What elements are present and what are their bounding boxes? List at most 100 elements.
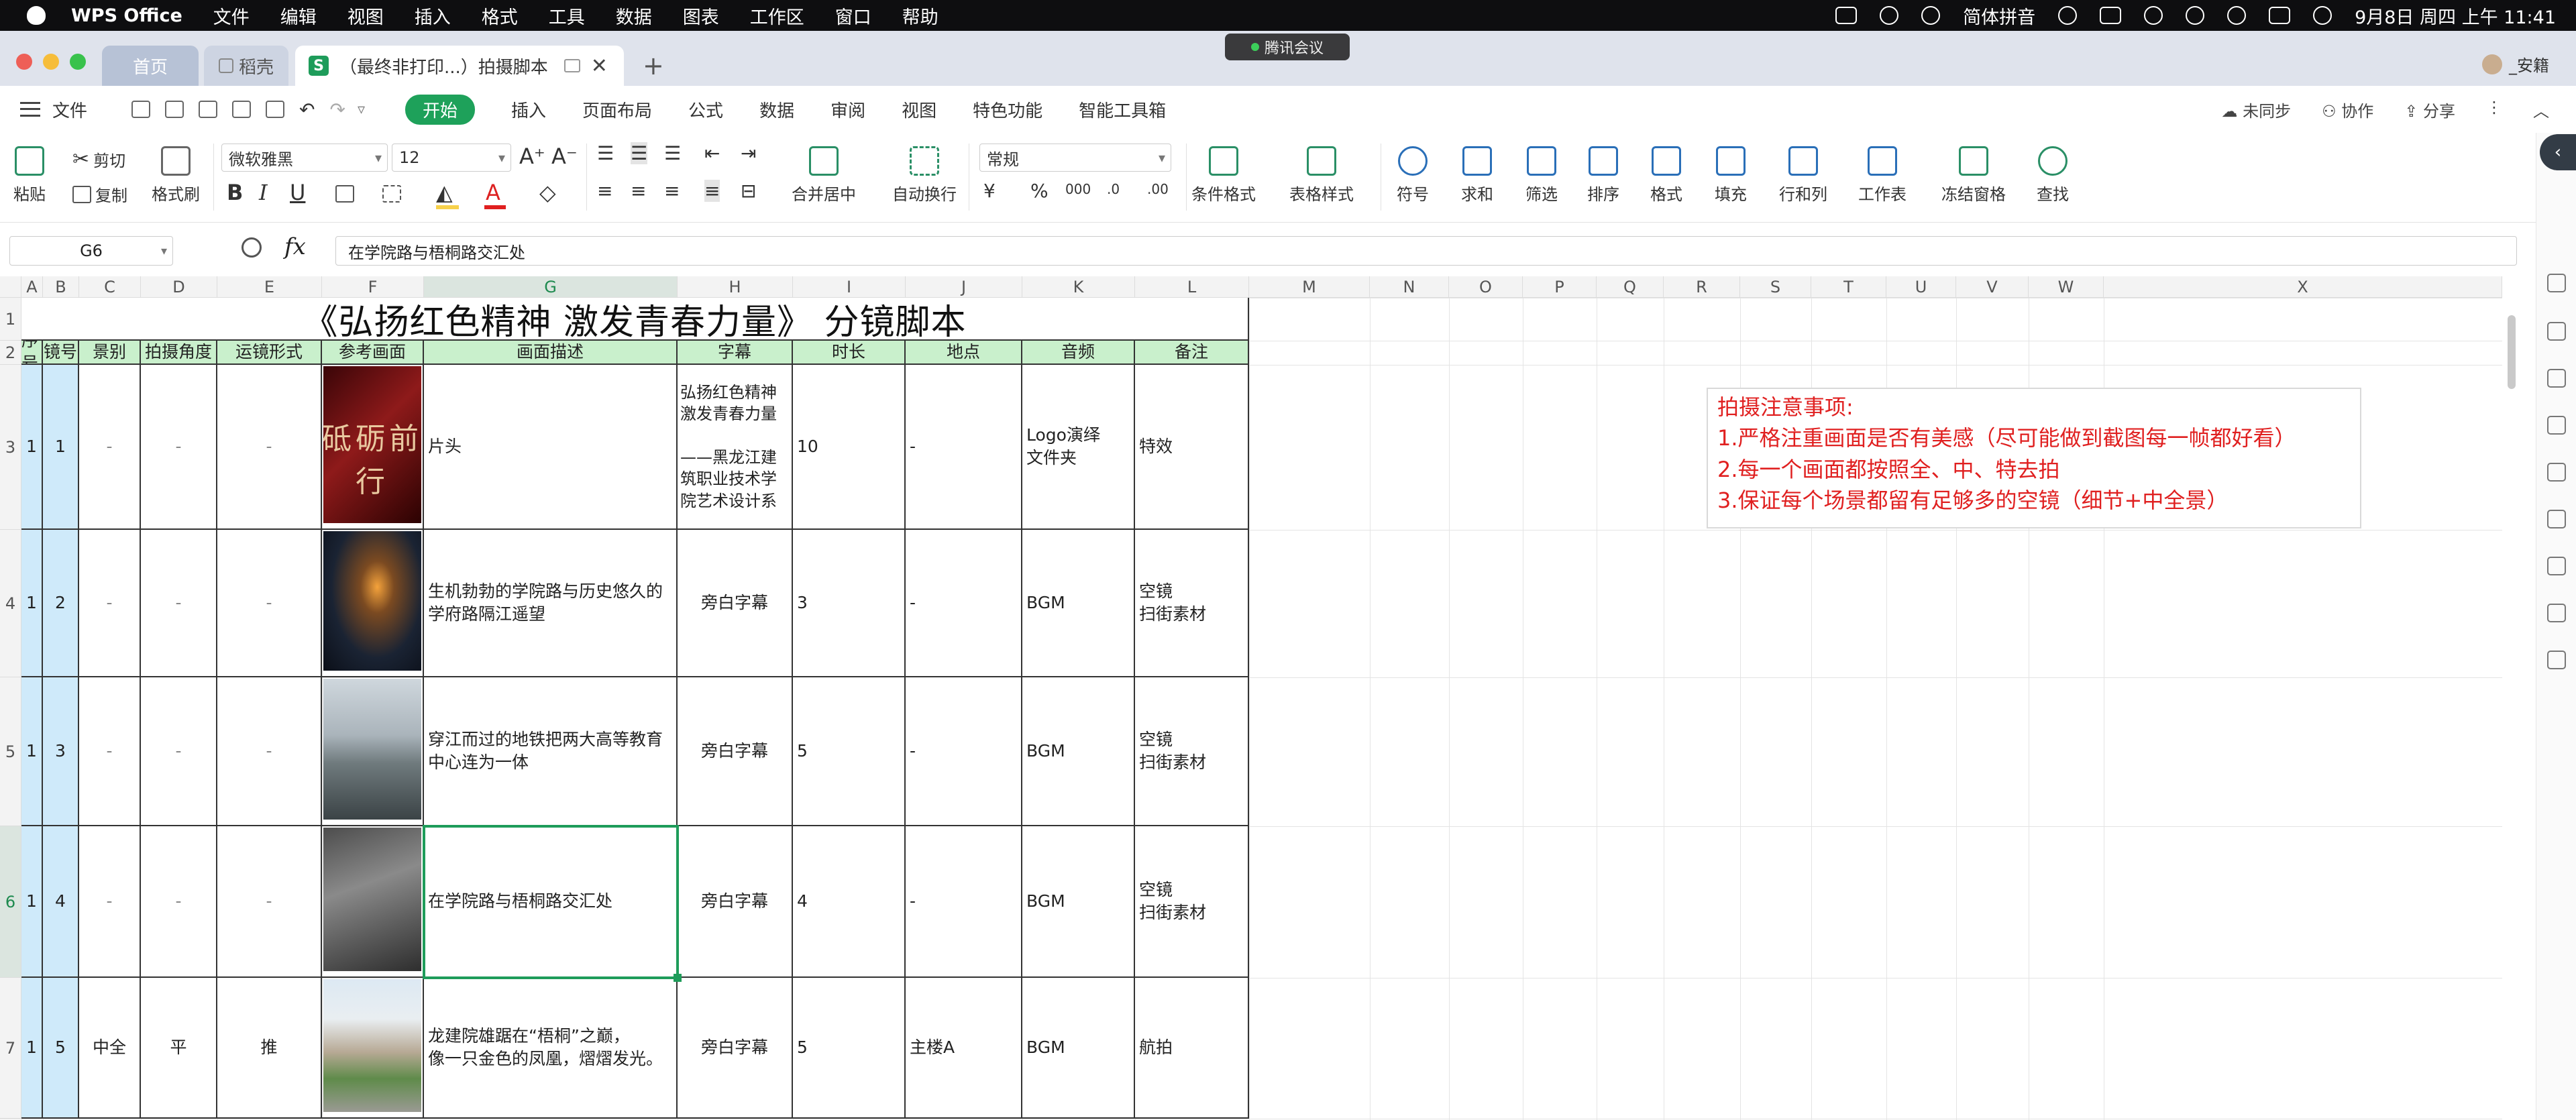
align-right-icon[interactable]: ≡ bbox=[664, 180, 680, 202]
menu-window[interactable]: 窗口 bbox=[835, 3, 871, 29]
column-header-q[interactable]: Q bbox=[1597, 276, 1664, 298]
data-cell[interactable]: - bbox=[906, 365, 1022, 530]
data-cell[interactable]: 4 bbox=[793, 826, 906, 978]
data-cell[interactable]: 推 bbox=[217, 978, 322, 1119]
formula-input[interactable]: 在学院路与梧桐路交汇处 bbox=[335, 236, 2517, 266]
data-cell[interactable]: 1 bbox=[21, 978, 43, 1119]
data-cell[interactable]: - bbox=[141, 826, 217, 978]
clock[interactable]: 9月8日 周四 上午 11:41 bbox=[2355, 3, 2556, 29]
data-cell[interactable]: 中全 bbox=[79, 978, 141, 1119]
meeting-indicator[interactable]: 腾讯会议 bbox=[1225, 34, 1350, 60]
zoom-formula-icon[interactable] bbox=[241, 237, 262, 258]
battery-icon[interactable] bbox=[2100, 7, 2122, 24]
column-header-k[interactable]: K bbox=[1022, 276, 1135, 298]
find-button[interactable]: 查找 bbox=[2037, 146, 2069, 205]
data-cell[interactable]: 1 bbox=[21, 530, 43, 677]
distribute-icon[interactable]: ⊟ bbox=[741, 180, 756, 202]
tab-review[interactable]: 审阅 bbox=[830, 97, 865, 122]
cut-button[interactable]: ✂ 剪切 bbox=[72, 148, 125, 171]
tab-document[interactable]: S （最终非打印...）拍摄脚本 ✕ bbox=[295, 46, 624, 86]
fill-button[interactable]: 填充 bbox=[1715, 146, 1747, 205]
reference-thumbnail[interactable] bbox=[323, 828, 421, 971]
data-cell[interactable]: 旁白字幕 bbox=[678, 978, 793, 1119]
italic-icon[interactable]: I bbox=[259, 180, 268, 205]
data-cell[interactable]: 旁白字幕 bbox=[678, 677, 793, 826]
menu-view[interactable]: 视图 bbox=[347, 3, 384, 29]
data-cell[interactable]: - bbox=[79, 530, 141, 677]
align-bottom-icon[interactable]: ☰ bbox=[664, 142, 681, 164]
data-cell[interactable]: 10 bbox=[793, 365, 906, 530]
spreadsheet-grid[interactable]: A B C D E F G H I J K L M N O P Q R S T U V W X 1 2 3 4 5 6 7 《弘扬红色精神 激… bbox=[0, 276, 2502, 1120]
header-cell[interactable]: 时长 bbox=[793, 341, 906, 365]
column-header-c[interactable]: C bbox=[79, 276, 141, 298]
minimize-window-button[interactable] bbox=[43, 54, 59, 70]
symbol-button[interactable]: 符号 bbox=[1397, 146, 1429, 205]
tools-icon[interactable] bbox=[2547, 510, 2566, 528]
column-header-p[interactable]: P bbox=[1523, 276, 1597, 298]
data-cell[interactable]: BGM bbox=[1022, 978, 1135, 1119]
reference-thumbnail[interactable] bbox=[323, 679, 421, 820]
wifi-icon[interactable] bbox=[2186, 6, 2205, 25]
data-cell[interactable]: 旁白字幕 bbox=[678, 530, 793, 677]
column-header-n[interactable]: N bbox=[1370, 276, 1449, 298]
collapse-sidebar-button[interactable]: ‹ bbox=[2540, 134, 2576, 170]
font-color-icon[interactable]: A bbox=[486, 180, 500, 205]
wechat-icon[interactable] bbox=[1921, 6, 1941, 25]
paste-button[interactable]: 粘贴 bbox=[13, 146, 46, 205]
border-icon[interactable] bbox=[335, 185, 354, 203]
header-cell[interactable]: 音频 bbox=[1022, 341, 1135, 365]
header-cell[interactable]: 运镜形式 bbox=[217, 341, 322, 365]
settings-icon[interactable] bbox=[2547, 416, 2566, 435]
search-icon[interactable] bbox=[2227, 6, 2247, 25]
column-header-d[interactable]: D bbox=[141, 276, 217, 298]
format-button[interactable]: 格式 bbox=[1650, 146, 1682, 205]
data-cell[interactable]: 2 bbox=[43, 530, 79, 677]
thousands-icon[interactable]: 000 bbox=[1065, 181, 1091, 197]
header-cell[interactable]: 字幕 bbox=[678, 341, 793, 365]
column-header-w[interactable]: W bbox=[2029, 276, 2104, 298]
menu-edit[interactable]: 编辑 bbox=[280, 3, 317, 29]
user-account[interactable]: _安籍 bbox=[2482, 52, 2549, 76]
header-cell[interactable]: 景别 bbox=[79, 341, 141, 365]
sum-button[interactable]: 求和 bbox=[1461, 146, 1493, 205]
conditional-format-button[interactable]: 条件格式 bbox=[1191, 146, 1256, 205]
data-cell[interactable]: 特效 bbox=[1135, 365, 1249, 530]
redo-icon[interactable]: ↷ bbox=[329, 99, 345, 121]
bold-icon[interactable]: B bbox=[227, 180, 243, 205]
clear-format-icon[interactable]: ◇ bbox=[539, 180, 556, 205]
row-header-4[interactable]: 4 bbox=[0, 530, 21, 677]
cell-style-icon[interactable] bbox=[382, 185, 401, 203]
data-cell[interactable]: BGM bbox=[1022, 677, 1135, 826]
filter-button[interactable]: 筛选 bbox=[1525, 146, 1558, 205]
close-window-button[interactable] bbox=[16, 54, 32, 70]
data-cell[interactable]: - bbox=[141, 365, 217, 530]
column-header-r[interactable]: R bbox=[1664, 276, 1740, 298]
data-cell[interactable]: 空镜 扫街素材 bbox=[1135, 677, 1249, 826]
select-object-icon[interactable] bbox=[2547, 274, 2566, 292]
properties-icon[interactable] bbox=[2547, 369, 2566, 388]
column-header-m[interactable]: M bbox=[1249, 276, 1370, 298]
reference-thumbnail[interactable] bbox=[323, 531, 421, 671]
data-cell[interactable]: 5 bbox=[793, 677, 906, 826]
column-header-l[interactable]: L bbox=[1135, 276, 1249, 298]
insert-function-icon[interactable]: fx bbox=[284, 233, 306, 260]
menu-tools[interactable]: 工具 bbox=[549, 3, 585, 29]
header-cell[interactable]: 序号 bbox=[21, 341, 43, 365]
menu-help[interactable]: 帮助 bbox=[902, 3, 938, 29]
reference-image-cell[interactable] bbox=[322, 978, 424, 1119]
file-menu[interactable]: 文件 bbox=[52, 97, 87, 122]
data-cell[interactable]: - bbox=[906, 826, 1022, 978]
column-header-o[interactable]: O bbox=[1449, 276, 1523, 298]
control-center-icon[interactable] bbox=[2269, 7, 2291, 24]
increase-indent-icon[interactable]: ⇥ bbox=[741, 142, 756, 164]
sort-button[interactable]: 排序 bbox=[1587, 146, 1619, 205]
tab-daoke[interactable]: 稻壳 bbox=[204, 46, 288, 86]
column-header-v[interactable]: V bbox=[1956, 276, 2029, 298]
name-box[interactable]: G6 bbox=[9, 236, 173, 266]
menu-format[interactable]: 格式 bbox=[482, 3, 518, 29]
export-pdf-icon[interactable] bbox=[199, 101, 218, 118]
quick-access-dropdown-icon[interactable]: ▿ bbox=[358, 101, 365, 118]
menu-file[interactable]: 文件 bbox=[213, 3, 250, 29]
data-cell[interactable]: 片头 bbox=[424, 365, 678, 530]
wps-status-icon[interactable] bbox=[1835, 7, 1858, 24]
